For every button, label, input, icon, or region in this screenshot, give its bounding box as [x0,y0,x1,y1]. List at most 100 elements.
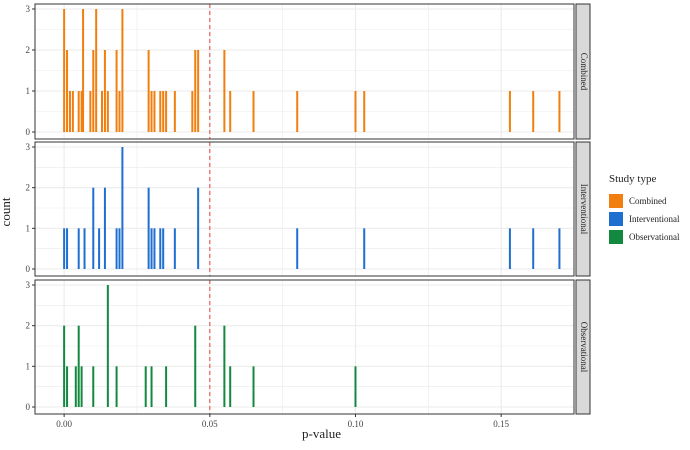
y-tick-label: 3 [26,142,31,152]
bar [165,91,168,132]
y-tick-label: 3 [26,4,31,14]
bar [115,366,118,407]
bar [532,228,535,269]
bar [147,50,150,132]
bar [194,325,197,407]
y-axis-title: count [0,197,13,226]
bar [63,9,66,132]
bar [194,50,197,132]
bar [296,228,299,269]
bar [71,91,74,132]
bar [165,366,168,407]
bar [354,366,357,407]
legend-label-observational: Observational [629,232,680,242]
bar [354,91,357,132]
faceted-histogram-chart: 0 1 2 3 Combined 0 1 2 3 Interventional 0 1 2 3 Observ… [0,0,690,445]
bar [252,91,255,132]
legend-key-observational [609,230,623,244]
bar [173,228,176,269]
bar [223,325,226,407]
y-tick-label: 1 [26,361,31,371]
y-tick-label: 2 [26,183,31,193]
facet-strip-label: Interventional [579,184,589,235]
legend-title: Study type [609,173,657,185]
bar [74,366,77,407]
bar [83,228,86,269]
y-tick-label: 3 [26,280,31,290]
bar [252,366,255,407]
bar [95,9,98,132]
y-tick-label: 0 [26,402,31,412]
bar [147,187,150,269]
legend: Study type Combined Interventional Obser… [609,173,689,246]
bar [150,366,153,407]
x-axis-title: p-value [302,426,341,441]
bar [508,228,511,269]
facet-strip-label: Observational [579,322,589,373]
bar [558,228,561,269]
bar [223,50,226,132]
bar [63,325,66,407]
bar [508,91,511,132]
bar [558,91,561,132]
bar [159,91,162,132]
x-tick-label: 0.05 [202,419,218,429]
bar [66,50,69,132]
bar [121,147,124,269]
bar [66,366,69,407]
bar [77,91,80,132]
bar [92,366,95,407]
bar [144,366,147,407]
bar [162,228,165,269]
bar [66,228,69,269]
bar [115,228,118,269]
bar [150,91,153,132]
bar [229,91,232,132]
bar [150,228,153,269]
bar [77,325,80,407]
facet-strip-label: Combined [579,53,589,91]
bar [106,285,109,407]
bar [68,91,71,132]
x-tick-label: 0.10 [348,419,364,429]
y-tick-label: 2 [26,45,31,55]
bar [63,228,66,269]
legend-item-combined: Combined [609,192,689,210]
y-tick-label: 2 [26,321,31,331]
chart-svg: 0 1 2 3 Combined 0 1 2 3 Interventional 0 1 2 3 Observ… [0,3,591,441]
bar [115,50,118,132]
bar [153,228,156,269]
bar [162,91,165,132]
bar [103,50,106,132]
bar [89,91,92,132]
bar [191,91,194,132]
bar [80,366,83,407]
bar [92,50,95,132]
bar [197,187,200,269]
bar [532,91,535,132]
bar [296,91,299,132]
x-tick-label: 0.15 [493,419,509,429]
bar [173,91,176,132]
legend-label-interventional: Interventional [629,214,680,224]
legend-key-combined [609,194,623,208]
bar [101,91,104,132]
bar [98,228,101,269]
bar [363,91,366,132]
bar [229,366,232,407]
bar [92,187,95,269]
bar [197,50,200,132]
bar [82,9,85,132]
bar [121,9,124,132]
y-tick-label: 0 [26,264,31,274]
bar [103,187,106,269]
legend-label-combined: Combined [629,196,667,206]
y-tick-label: 0 [26,127,31,137]
legend-key-interventional [609,212,623,226]
legend-item-interventional: Interventional [609,210,689,228]
bar [159,228,162,269]
x-tick-label: 0.00 [56,419,72,429]
bar [118,228,121,269]
bar [153,91,156,132]
bar [118,91,121,132]
